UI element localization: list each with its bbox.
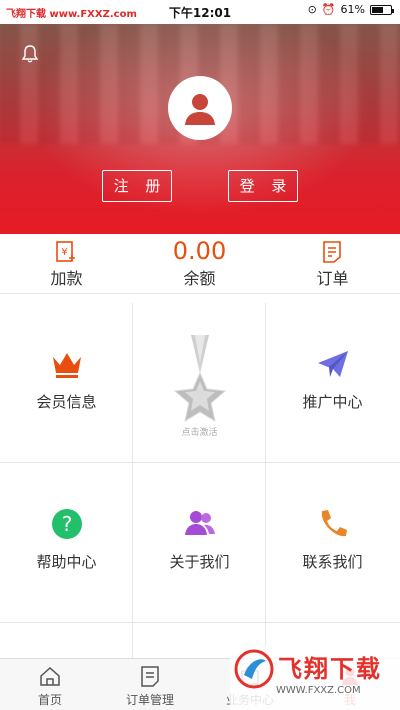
- svg-text:?: ?: [62, 512, 73, 536]
- add-funds-item[interactable]: ¥ 加款: [0, 234, 133, 294]
- tab-home-label: 首页: [37, 693, 62, 707]
- medal-star-icon: [173, 335, 227, 423]
- home-icon: [40, 666, 60, 686]
- paper-plane-icon: [318, 351, 348, 377]
- add-funds-icon: ¥: [56, 241, 75, 262]
- orders-item[interactable]: 订单: [266, 234, 399, 294]
- alarm-icon: ⏰: [321, 3, 336, 16]
- avatar[interactable]: [168, 76, 232, 140]
- balance-label: 余额: [183, 269, 216, 288]
- bell-icon[interactable]: [20, 44, 40, 64]
- status-bar: 飞翔下载 www.FXXZ.com 下午12:01 ⊙ ⏰ 61%: [0, 0, 400, 24]
- member-info-cell[interactable]: 会员信息: [0, 303, 133, 463]
- svg-text:¥: ¥: [61, 247, 67, 258]
- profile-header: 注 册 登 录: [0, 24, 400, 234]
- crown-icon: [53, 353, 81, 378]
- watermark-logo-icon: [234, 649, 274, 689]
- balance-value: 0.00: [172, 237, 227, 265]
- order-list-icon: [141, 666, 159, 687]
- account-summary: ¥ 加款 0.00 余额 订单: [0, 234, 400, 294]
- about-us-label: 关于我们: [169, 553, 230, 571]
- lock-rotation-icon: ⊙: [307, 3, 317, 16]
- watermark-site: WWW.FXXZ.COM: [276, 685, 361, 696]
- order-document-icon: [323, 241, 341, 263]
- orders-label: 订单: [316, 269, 349, 288]
- promotion-center-label: 推广中心: [302, 393, 363, 411]
- login-button[interactable]: 登 录: [228, 170, 298, 202]
- tab-order-management[interactable]: 订单管理: [100, 659, 200, 710]
- battery-level: [372, 6, 383, 13]
- tab-order-management-label: 订单管理: [125, 693, 174, 707]
- about-us-cell[interactable]: 关于我们: [133, 463, 266, 623]
- help-center-label: 帮助中心: [36, 553, 97, 571]
- contact-us-cell[interactable]: 联系我们: [266, 463, 400, 623]
- member-info-label: 会员信息: [36, 393, 97, 411]
- medal-cell[interactable]: 点击激活: [133, 303, 266, 463]
- site-watermark: 飞翔下载 WWW.FXXZ.COM: [230, 645, 400, 710]
- battery-icon: [370, 4, 394, 15]
- medal-caption: 点击激活: [181, 428, 218, 438]
- contact-us-label: 联系我们: [302, 553, 363, 571]
- user-avatar-icon: [185, 94, 215, 125]
- people-icon: [185, 511, 215, 535]
- grid-cell-empty[interactable]: [0, 623, 133, 663]
- watermark-brand: 飞翔下载: [278, 655, 382, 683]
- help-center-cell[interactable]: ? 帮助中心: [0, 463, 133, 623]
- balance-item[interactable]: 0.00 余额: [133, 234, 266, 294]
- phone-icon: [321, 510, 347, 537]
- promotion-center-cell[interactable]: 推广中心: [266, 303, 400, 463]
- register-button[interactable]: 注 册: [102, 170, 172, 202]
- battery-percent: 61%: [340, 3, 365, 16]
- tab-home[interactable]: 首页: [0, 659, 100, 710]
- feature-grid: 会员信息 点击激活 推广中心 ? 帮助中心 关于我们 联系我们: [0, 303, 400, 663]
- add-funds-label: 加款: [50, 269, 83, 288]
- status-indicators: ⊙ ⏰ 61%: [307, 3, 394, 16]
- help-question-icon: ?: [52, 509, 82, 539]
